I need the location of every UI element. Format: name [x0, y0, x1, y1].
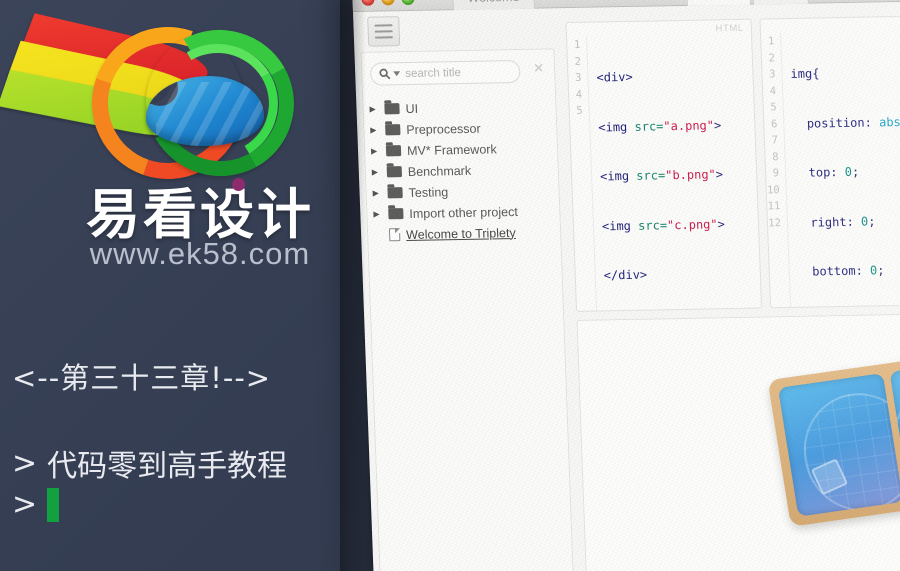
- tagline-text: 代码零到高手教程: [47, 449, 288, 484]
- screenshot-root: 易看设计 www.ek58.com <--第三十三章!--> > 代码零到高手教…: [0, 0, 900, 571]
- code-line: <div>: [596, 69, 633, 85]
- prompt-row: >: [12, 487, 60, 522]
- terminal-cursor: [47, 487, 60, 522]
- puzzle-globe-panels-artwork: [767, 347, 900, 527]
- preview-card: [777, 373, 900, 517]
- tab-welcome[interactable]: Welcome: [452, 0, 535, 11]
- preview-pane[interactable]: [576, 312, 900, 571]
- maximize-button[interactable]: [401, 0, 415, 6]
- line-number: 1: [767, 35, 775, 48]
- line-number: 2: [574, 55, 582, 68]
- line-number: 4: [769, 84, 777, 97]
- line-number: 6: [770, 117, 778, 130]
- tree-item-label: Import other project: [409, 204, 519, 221]
- tree-item-label: Benchmark: [407, 163, 472, 179]
- logo-eye-icon: [146, 76, 264, 146]
- css-code-body: 1 2 3 4 5 6 7 8 9 10 11 12 img{ position…: [761, 16, 900, 309]
- line-number: 12: [768, 216, 782, 229]
- line-number: 1: [573, 38, 581, 51]
- tree-item-label: Welcome to Triplety: [405, 225, 516, 242]
- code-line: img{: [790, 66, 820, 81]
- code-line: top: 0;: [808, 164, 860, 180]
- prompt-caret: >: [12, 487, 38, 522]
- chapter-heading: <--第三十三章!-->: [12, 361, 272, 395]
- line-number: 2: [768, 51, 776, 64]
- tree-item-label: Preprocessor: [406, 121, 481, 137]
- line-number: 5: [576, 104, 583, 117]
- tab-html[interactable]: HTML: [685, 0, 751, 6]
- line-number: 8: [771, 150, 779, 163]
- line-number: 4: [575, 88, 583, 101]
- brand-url: www.ek58.com: [89, 236, 311, 271]
- line-number: 9: [772, 167, 780, 180]
- line-number: 3: [768, 68, 776, 81]
- tab-strip: Welcome HTML CSS: [452, 0, 900, 11]
- line-number: 7: [771, 134, 779, 147]
- code-line: </div>: [603, 267, 648, 283]
- html-editor-pane[interactable]: HTML 1 2 3 4 5 <div> <img src="a.png"> <…: [565, 18, 763, 312]
- tree-item-label: MV* Framework: [406, 141, 497, 158]
- code-line: <img src="c.png">: [601, 216, 726, 233]
- search-placeholder: search title: [405, 66, 462, 80]
- wordmark-dot-icon: [232, 178, 245, 191]
- html-code-lines[interactable]: <div> <img src="a.png"> <img src="b.png"…: [587, 34, 728, 312]
- tab-css[interactable]: CSS: [752, 0, 809, 5]
- close-icon[interactable]: ✕: [533, 60, 544, 75]
- line-number: 3: [574, 71, 582, 84]
- code-line: position: abs: [806, 114, 900, 131]
- code-line: <img src="b.png">: [599, 167, 724, 184]
- html-code-body: 1 2 3 4 5 <div> <img src="a.png"> <img s…: [567, 20, 762, 312]
- title-bar: Welcome HTML CSS: [352, 0, 900, 12]
- app-window: Welcome HTML CSS se: [352, 0, 900, 571]
- tree-item-label: Testing: [408, 184, 449, 200]
- code-line: <img src="a.png">: [598, 117, 722, 134]
- brand-panel: 易看设计 www.ek58.com <--第三十三章!--> > 代码零到高手教…: [0, 0, 400, 571]
- code-line: right: 0;: [810, 213, 876, 230]
- tree-item-label: UI: [405, 101, 419, 116]
- tagline-row: > 代码零到高手教程: [12, 441, 287, 485]
- css-editor-pane[interactable]: 1 2 3 4 5 6 7 8 9 10 11 12 img{ position…: [759, 14, 900, 309]
- line-number: 5: [770, 101, 777, 114]
- code-line: bottom: 0;: [811, 263, 885, 279]
- line-number: 11: [767, 200, 781, 213]
- tagline-prompt: >: [12, 445, 38, 481]
- tree-item-welcome-to-triplety[interactable]: Welcome to Triplety: [374, 221, 561, 245]
- html-lang-badge: HTML: [715, 22, 745, 35]
- css-code-lines[interactable]: img{ position: abs top: 0; right: 0; bot…: [781, 31, 900, 308]
- line-number: 10: [766, 183, 780, 196]
